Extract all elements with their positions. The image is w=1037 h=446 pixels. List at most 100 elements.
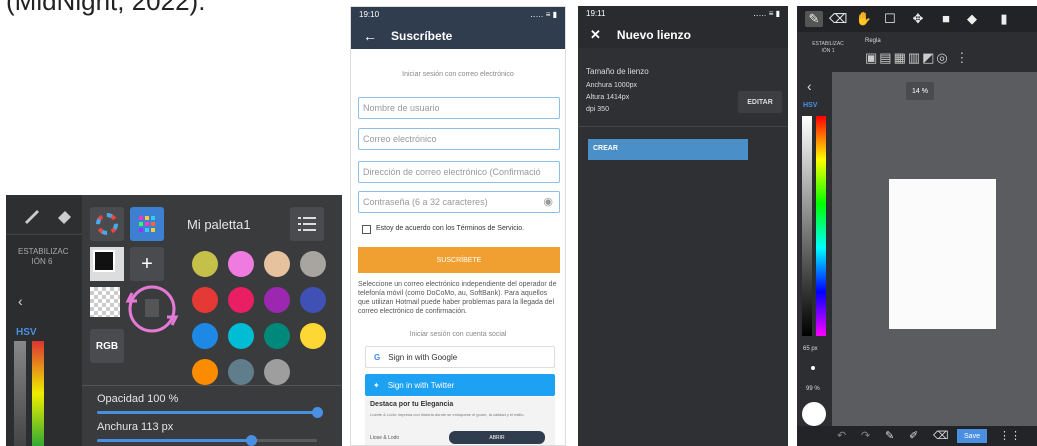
eraser-icon[interactable]: ⌫ (829, 11, 847, 27)
info-text: Seleccione un correo electrónico indepen… (358, 281, 557, 315)
hand-icon[interactable]: ✋ (855, 11, 873, 27)
color-swatch[interactable] (228, 251, 254, 277)
canvas-width: Anchura 1000px (586, 82, 637, 89)
color-swatch[interactable] (264, 251, 290, 277)
palette-menu-button[interactable] (290, 207, 324, 241)
create-button[interactable]: CREAR (588, 139, 748, 160)
bucket-icon[interactable]: ◆ (963, 11, 981, 27)
sub-toolbar: ESTABILIZAC IÓN 1 Regla ▣▤▦▥◩◎ ⋮ (797, 32, 1037, 72)
ad-banner[interactable]: Destaca por tu Elegancia Lúzete & Lúdo: … (365, 397, 555, 445)
pen-icon[interactable]: ✎ (805, 11, 823, 27)
palette-grid-button[interactable] (130, 207, 164, 241)
new-canvas-screen: 19:11 ‥… ≡ ▮ ✕ Nuevo lienzo Tamaño de li… (578, 6, 788, 446)
eraser-tool-icon[interactable]: ⌫ (933, 429, 949, 442)
brush-dot-icon (811, 366, 815, 370)
drawing-canvas[interactable] (889, 179, 996, 329)
color-wheel-icon (96, 213, 118, 235)
current-color-swatch[interactable] (90, 247, 124, 281)
stabilizer-label[interactable]: ESTABILIZAC IÓN 6 (18, 247, 69, 267)
username-field[interactable]: Nombre de usuario (358, 97, 560, 119)
grid-menu-icon[interactable]: ⋮⋮ (999, 429, 1021, 442)
brush-tool-icon[interactable]: ✐ (909, 429, 918, 442)
move-icon[interactable]: ✥ (909, 11, 927, 27)
select-icon[interactable]: ☐ (881, 11, 899, 27)
delete-color-icon[interactable] (122, 279, 182, 339)
list-icon (298, 217, 316, 231)
color-swatch[interactable] (192, 251, 218, 277)
color-swatch[interactable] (192, 323, 218, 349)
hue-bars[interactable] (800, 116, 830, 336)
color-swatch[interactable] (300, 287, 326, 313)
stabilizer-label[interactable]: ESTABILIZAC IÓN 1 (811, 41, 845, 55)
terms-label: Estoy de acuerdo con los Términos de Ser… (376, 225, 525, 232)
color-swatch[interactable] (300, 251, 326, 277)
subscribe-screen: 19:10 ‥… ≡ ▮ ← Suscríbete Iniciar sesión… (350, 6, 566, 446)
ad-title: Destaca por tu Elegancia (370, 401, 454, 408)
save-button[interactable]: Save (957, 429, 987, 443)
eraser-icon[interactable] (54, 205, 74, 225)
ad-brand: Liose & Lodo (370, 435, 400, 441)
color-swatch[interactable] (264, 323, 290, 349)
collapse-arrow-icon[interactable]: ‹ (18, 293, 23, 309)
pen-tool-icon[interactable]: ✎ (885, 429, 894, 442)
current-color-circle[interactable] (802, 402, 826, 426)
left-panel: ‹ HSV 65 px 99 % (797, 72, 832, 446)
rgb-button[interactable]: RGB (90, 329, 124, 363)
hsv-tab[interactable]: HSV (803, 102, 817, 109)
status-time: 19:10 (359, 10, 380, 19)
subscribe-button[interactable]: SUSCRÍBETE (358, 247, 560, 273)
caption: (MidNight, 2022). (6, 0, 206, 16)
status-icons: ‥… ≡ ▮ (530, 10, 557, 19)
canvas-height: Altura 1414px (586, 94, 630, 101)
screen-title: Suscríbete (391, 29, 453, 43)
twitter-icon: ✦ (373, 380, 380, 390)
color-swatch[interactable] (228, 287, 254, 313)
color-swatch[interactable] (300, 323, 326, 349)
color-swatch[interactable] (228, 323, 254, 349)
twitter-signin-label: Sign in with Twitter (387, 380, 455, 390)
app-bar: ← Suscríbete (351, 23, 565, 49)
password-field[interactable]: Contraseña (6 a 32 caracteres) ◉ (358, 191, 560, 213)
color-bars[interactable] (12, 341, 54, 446)
add-color-button[interactable]: + (130, 247, 164, 281)
color-swatch[interactable] (264, 359, 290, 385)
ruler-options[interactable]: ▣▤▦▥◩◎ ⋮ (865, 50, 970, 66)
email-confirm-field[interactable]: Dirección de correo electrónico (Confirm… (358, 161, 560, 183)
color-swatch[interactable] (264, 287, 290, 313)
twitter-signin-button[interactable]: ✦ Sign in with Twitter (365, 374, 555, 396)
email-login-divider: Iniciar sesión con correo electrónico (402, 71, 514, 78)
eye-icon[interactable]: ◉ (543, 195, 553, 208)
edit-button[interactable]: EDITAR (738, 91, 782, 113)
terms-checkbox[interactable] (362, 225, 371, 234)
close-icon[interactable]: ✕ (590, 27, 601, 43)
app-bar: ✕ Nuevo lienzo (578, 22, 788, 48)
color-swatch[interactable] (192, 359, 218, 385)
status-time: 19:11 (586, 9, 606, 18)
opacity-slider-knob[interactable] (312, 407, 323, 418)
color-swatch[interactable] (228, 359, 254, 385)
fill-square-icon[interactable]: ■ (937, 11, 955, 26)
layer-icon[interactable]: ▮ (995, 11, 1013, 27)
status-bar: 19:10 ‥… ≡ ▮ (351, 7, 565, 23)
email-field[interactable]: Correo electrónico (358, 128, 560, 150)
palette-name: Mi paletta1 (187, 217, 251, 232)
color-wheel-button[interactable] (90, 207, 124, 241)
ad-open-button[interactable]: ABRIR (449, 431, 545, 444)
undo-icon[interactable]: ↶ (837, 429, 846, 442)
google-signin-button[interactable]: G Sign in with Google (365, 346, 555, 368)
opacity-slider-track[interactable] (97, 411, 317, 414)
palette-panel: ESTABILIZAC IÓN 6 ‹ HSV Mi paletta1 + RG… (6, 195, 342, 446)
brush-size-label: 65 px (803, 346, 818, 352)
color-swatch[interactable] (192, 287, 218, 313)
transparent-swatch[interactable] (90, 287, 120, 317)
canvas-size-heading: Tamaño de lienzo (586, 67, 649, 76)
redo-icon[interactable]: ↷ (861, 429, 870, 442)
password-placeholder: Contraseña (6 a 32 caracteres) (363, 197, 488, 207)
back-arrow-icon[interactable]: ← (363, 28, 377, 44)
pen-icon[interactable] (22, 205, 42, 225)
width-slider-knob[interactable] (246, 435, 257, 446)
hsv-tab[interactable]: HSV (16, 327, 37, 338)
ruler-label: Regla (865, 38, 881, 44)
status-bar: 19:11 ‥… ≡ ▮ (578, 6, 788, 22)
collapse-arrow-icon[interactable]: ‹ (807, 78, 812, 94)
